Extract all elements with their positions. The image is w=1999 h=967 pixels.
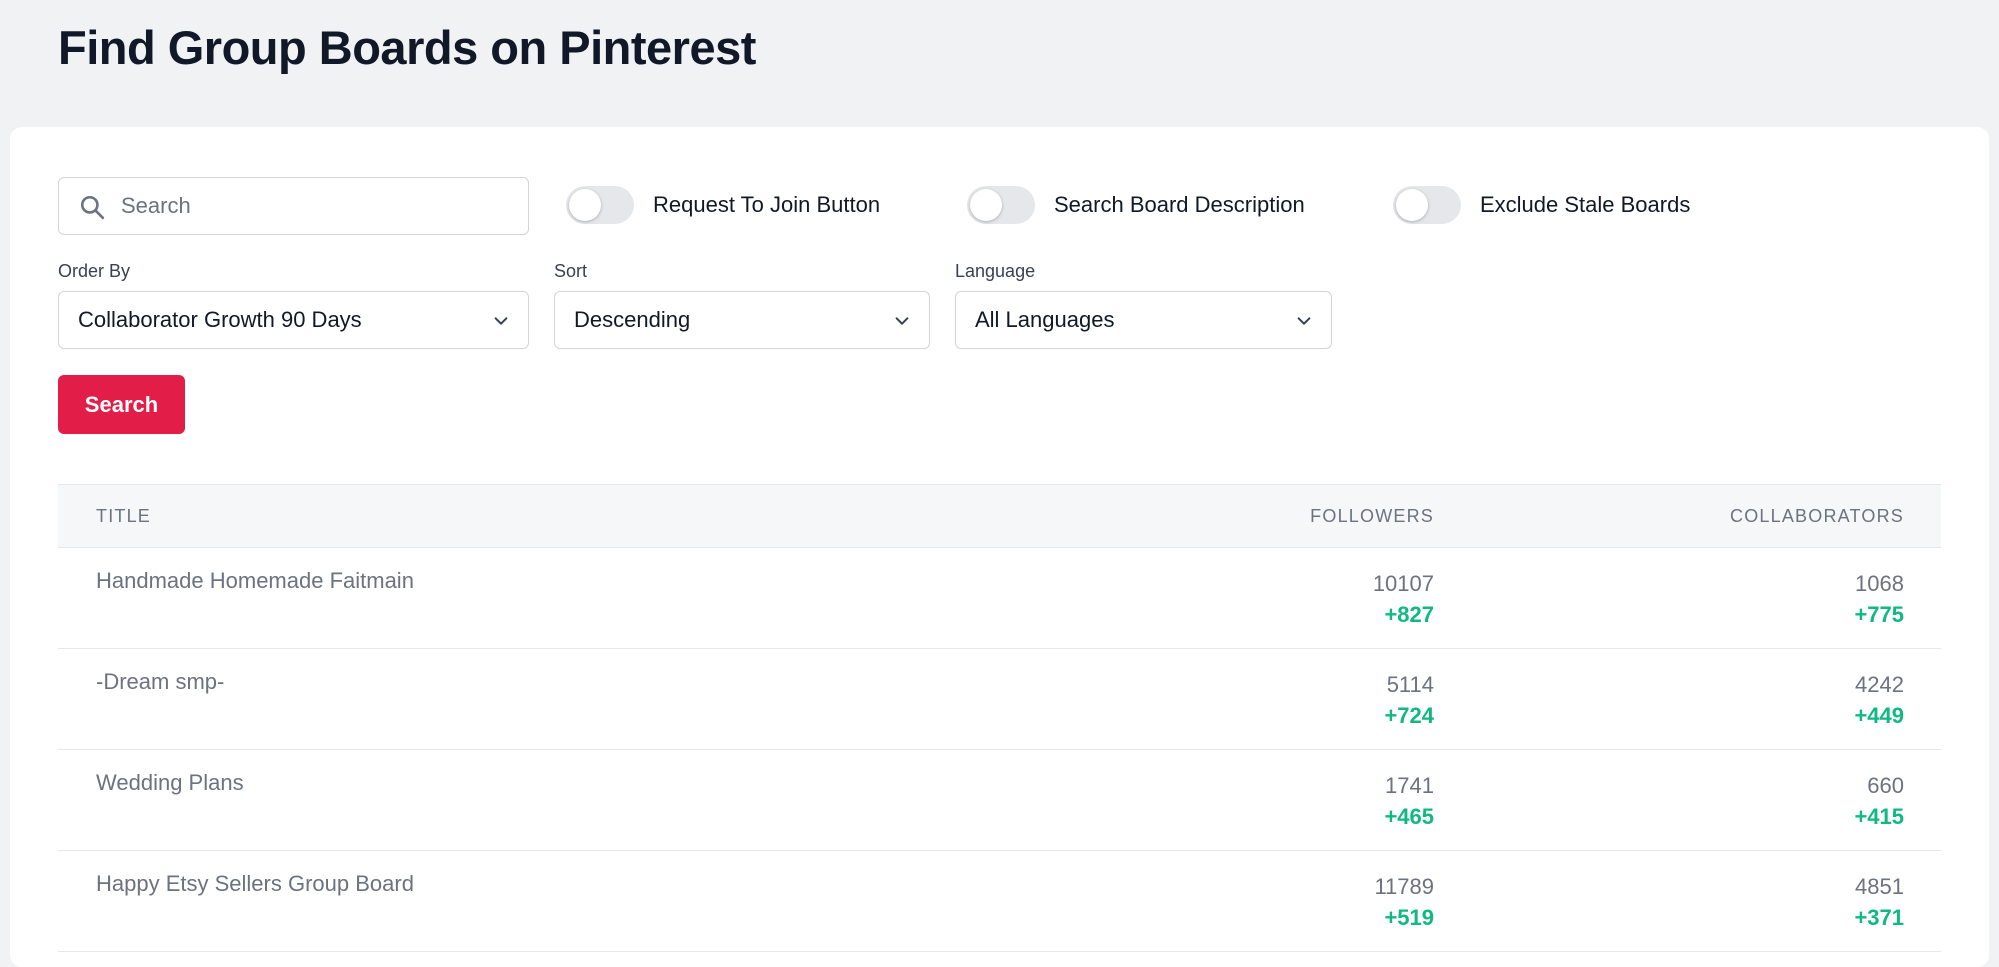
followers-count: 1741 <box>1385 773 1434 798</box>
table-row[interactable]: Wedding Plans 1741 +465 660 +415 <box>58 750 1941 851</box>
chevron-down-icon <box>895 317 909 325</box>
toggle-knob <box>970 189 1002 221</box>
board-title[interactable]: -Dream smp- <box>96 669 224 695</box>
collaborators-growth: +415 <box>1854 804 1904 829</box>
followers-count: 11789 <box>1374 874 1434 899</box>
collaborators-count: 660 <box>1867 773 1904 798</box>
page-title: Find Group Boards on Pinterest <box>58 21 756 74</box>
search-field[interactable] <box>58 177 529 235</box>
request-to-join-label: Request To Join Button <box>653 192 881 217</box>
search-icon <box>80 195 105 220</box>
followers-growth: +827 <box>1384 602 1434 627</box>
table-header: TITLE FOLLOWERS COLLABORATORS <box>58 484 1941 548</box>
followers-cell: 1741 +465 <box>1384 770 1434 832</box>
collaborators-cell: 4851 +371 <box>1854 871 1904 933</box>
followers-growth: +724 <box>1384 703 1434 728</box>
collaborators-growth: +449 <box>1854 703 1904 728</box>
followers-growth: +519 <box>1384 905 1434 930</box>
sort-select[interactable]: Descending <box>554 291 930 349</box>
search-description-toggle-group: Search Board Description <box>967 185 1305 225</box>
order-by-value: Collaborator Growth 90 Days <box>78 307 362 332</box>
collaborators-growth: +371 <box>1854 905 1904 930</box>
collaborators-cell: 660 +415 <box>1854 770 1904 832</box>
chevron-down-icon <box>1297 317 1311 325</box>
search-card: Request To Join Button Search Board Desc… <box>10 127 1989 967</box>
followers-cell: 10107 +827 <box>1373 568 1434 630</box>
board-title[interactable]: Happy Etsy Sellers Group Board <box>96 871 414 897</box>
search-input[interactable] <box>121 178 511 234</box>
followers-cell: 11789 +519 <box>1374 871 1434 933</box>
sort-value: Descending <box>574 307 691 332</box>
followers-cell: 5114 +724 <box>1384 669 1434 731</box>
followers-count: 5114 <box>1386 672 1434 697</box>
board-title[interactable]: Wedding Plans <box>96 770 244 796</box>
followers-growth: +465 <box>1384 804 1434 829</box>
language-select[interactable]: All Languages <box>955 291 1332 349</box>
column-header-followers[interactable]: FOLLOWERS <box>1310 485 1434 547</box>
table-row[interactable]: Happy Etsy Sellers Group Board 11789 +51… <box>58 851 1941 952</box>
table-row[interactable]: -Dream smp- 5114 +724 4242 +449 <box>58 649 1941 750</box>
collaborators-count: 1068 <box>1855 571 1904 596</box>
order-by-select[interactable]: Collaborator Growth 90 Days <box>58 291 529 349</box>
exclude-stale-toggle-group: Exclude Stale Boards <box>1393 185 1690 225</box>
collaborators-count: 4242 <box>1855 672 1904 697</box>
sort-label: Sort <box>554 261 588 281</box>
exclude-stale-toggle[interactable] <box>1393 186 1461 224</box>
collaborators-count: 4851 <box>1855 874 1904 899</box>
search-description-toggle[interactable] <box>967 186 1035 224</box>
order-by-label: Order By <box>58 261 131 281</box>
collaborators-cell: 4242 +449 <box>1854 669 1904 731</box>
search-button[interactable]: Search <box>58 375 185 434</box>
column-header-collaborators[interactable]: COLLABORATORS <box>1730 485 1904 547</box>
request-to-join-toggle[interactable] <box>566 186 634 224</box>
column-header-title[interactable]: TITLE <box>96 485 151 547</box>
language-label: Language <box>955 261 1036 281</box>
search-description-label: Search Board Description <box>1054 192 1305 217</box>
followers-count: 10107 <box>1372 571 1434 596</box>
results-table: TITLE FOLLOWERS COLLABORATORS Handmade H… <box>58 484 1941 952</box>
collaborators-cell: 1068 +775 <box>1854 568 1904 630</box>
toggle-knob <box>569 189 601 221</box>
collaborators-growth: +775 <box>1854 602 1904 627</box>
toggle-knob <box>1396 189 1428 221</box>
request-to-join-toggle-group: Request To Join Button <box>566 185 880 225</box>
board-title[interactable]: Handmade Homemade Faitmain <box>96 568 414 594</box>
chevron-down-icon <box>494 317 508 325</box>
table-row[interactable]: Handmade Homemade Faitmain 10107 +827 10… <box>58 548 1941 649</box>
language-value: All Languages <box>975 307 1115 332</box>
exclude-stale-label: Exclude Stale Boards <box>1480 192 1691 217</box>
